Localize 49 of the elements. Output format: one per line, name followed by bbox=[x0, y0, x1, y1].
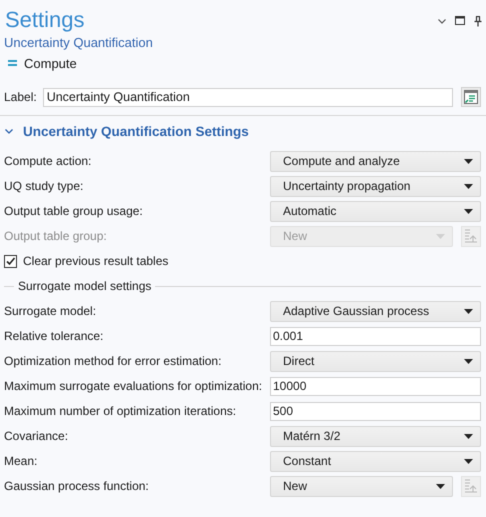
dropdown[interactable]: Constant bbox=[270, 450, 481, 472]
dropdown[interactable]: Compute and analyze bbox=[270, 150, 481, 172]
dropdown-caret-icon bbox=[464, 308, 473, 314]
section-title[interactable]: Uncertainty Quantification Settings bbox=[23, 124, 249, 138]
field-label: Mean: bbox=[3, 454, 38, 468]
dropdown-caret-icon bbox=[464, 458, 473, 464]
label-button[interactable] bbox=[461, 87, 481, 107]
table-arrow-icon bbox=[464, 228, 478, 244]
chevron-down-icon[interactable] bbox=[5, 127, 13, 135]
dropdown[interactable]: New bbox=[270, 476, 453, 496]
label-field[interactable]: Uncertainty Quantification bbox=[42, 88, 453, 106]
panel-subtitle: Uncertainty Quantification bbox=[3, 34, 154, 51]
field-label: Maximum surrogate evaluations for optimization: bbox=[3, 379, 264, 393]
dropdown[interactable]: Adaptive Gaussian process bbox=[270, 300, 481, 322]
field-label: Compute action: bbox=[3, 154, 92, 168]
field-label: Optimization method for error estimation: bbox=[3, 354, 222, 368]
maximize-icon[interactable] bbox=[455, 16, 465, 25]
dropdown-caret-icon bbox=[436, 234, 445, 238]
field-label: Output table group: bbox=[3, 229, 108, 243]
field-label: Label: bbox=[4, 90, 37, 104]
text-field[interactable]: 0.001 bbox=[270, 326, 481, 346]
dropdown-caret-icon bbox=[464, 208, 473, 214]
field-label: Gaussian process function: bbox=[3, 479, 150, 493]
dropdown-caret-icon bbox=[464, 434, 473, 438]
field-label: Surrogate model: bbox=[3, 304, 98, 318]
dropdown-caret-icon bbox=[464, 158, 473, 164]
chevron-down-icon[interactable] bbox=[438, 19, 446, 24]
equals-icon bbox=[8, 60, 17, 66]
dropdown-caret-icon bbox=[436, 484, 445, 488]
dropdown[interactable]: Matérn 3/2 bbox=[270, 426, 481, 446]
field-label: Covariance: bbox=[3, 429, 70, 443]
dropdown[interactable]: Automatic bbox=[270, 200, 481, 222]
dropdown[interactable]: Direct bbox=[270, 350, 481, 372]
text-field[interactable]: 500 bbox=[270, 402, 481, 420]
field-label: UQ study type: bbox=[3, 179, 84, 193]
text-field[interactable]: 10000 bbox=[270, 376, 481, 396]
compute-button[interactable]: Compute bbox=[24, 56, 77, 70]
field-label: Relative tolerance: bbox=[3, 329, 104, 343]
field-label: Output table group usage: bbox=[3, 204, 144, 218]
field-label: Maximum number of optimization iterations: bbox=[3, 404, 238, 418]
checkbox[interactable] bbox=[4, 254, 17, 268]
dropdown-caret-icon bbox=[464, 358, 473, 364]
panel-title: Settings bbox=[5, 6, 84, 34]
dropdown-caret-icon bbox=[464, 184, 473, 188]
dropdown[interactable]: Uncertainty propagation bbox=[270, 176, 481, 196]
pin-icon[interactable] bbox=[474, 16, 482, 27]
checkbox-label: Clear previous result tables bbox=[23, 254, 168, 268]
table-arrow-icon bbox=[464, 478, 478, 494]
group-heading: Surrogate model settings bbox=[18, 279, 152, 293]
